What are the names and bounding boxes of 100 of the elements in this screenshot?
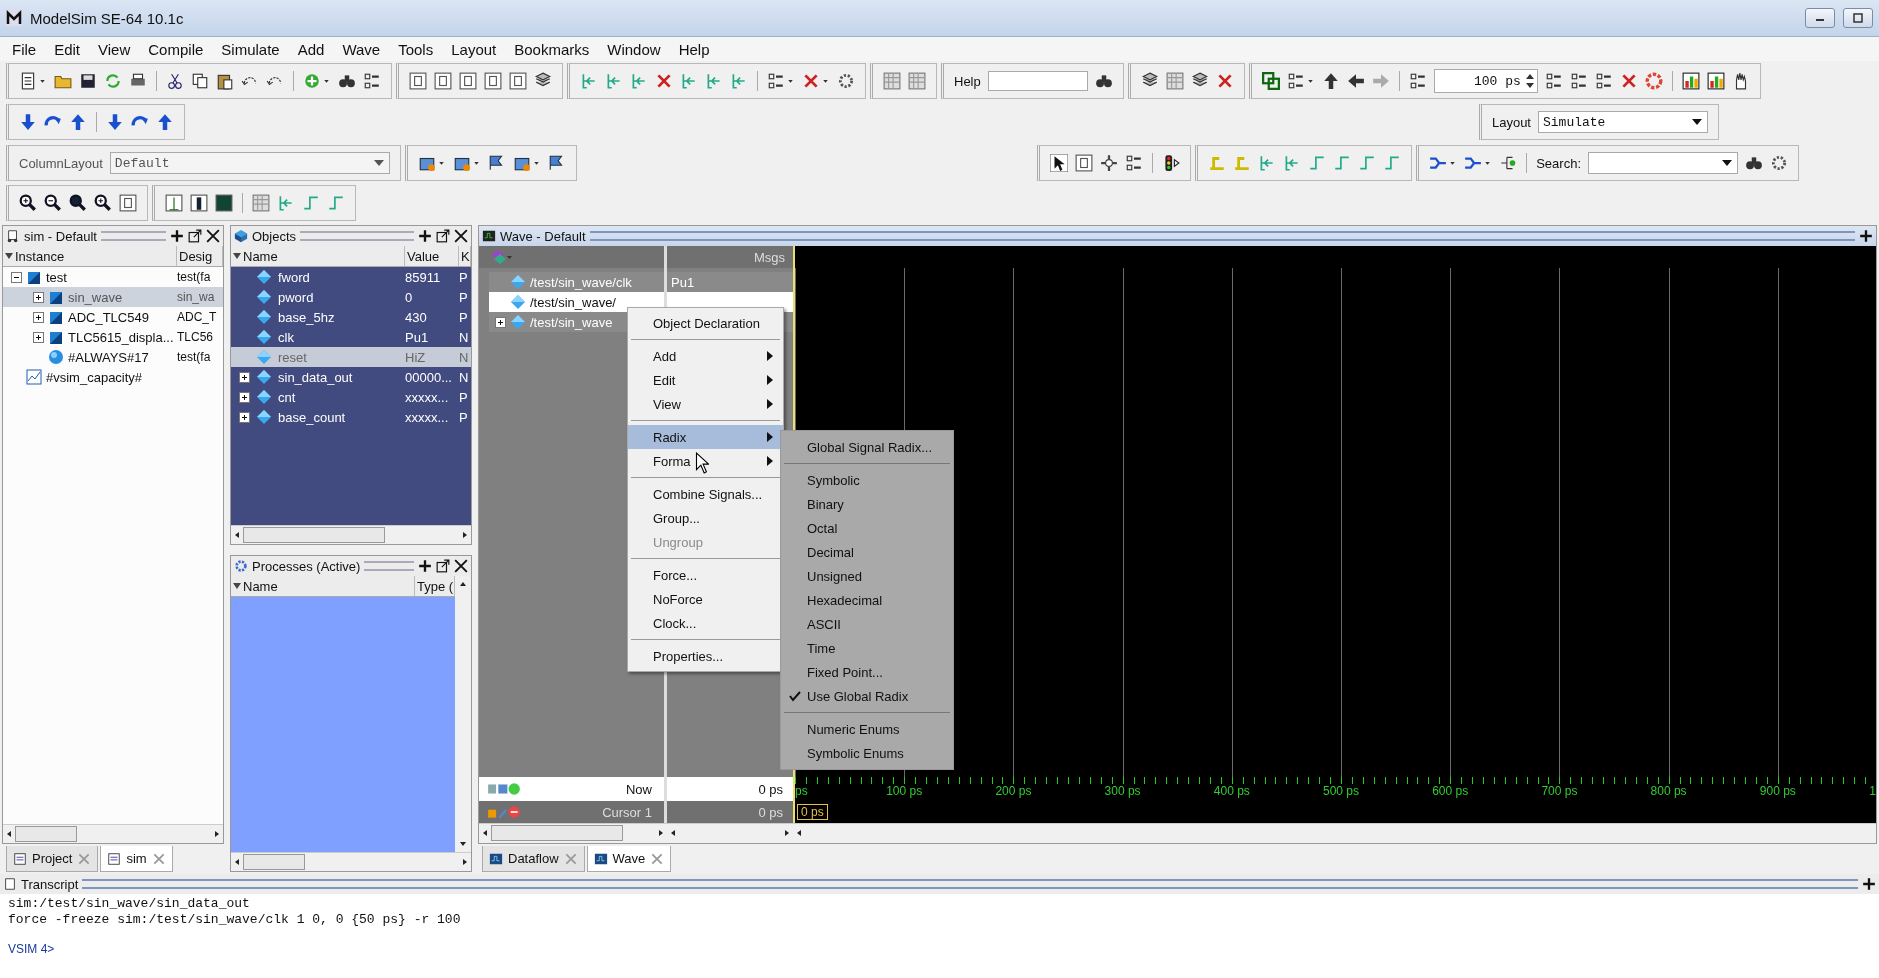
cursor-tools-drawing[interactable]	[487, 804, 521, 820]
zoom-box-icon[interactable]	[1075, 154, 1094, 172]
layout-dropdown[interactable]: Simulate	[1538, 111, 1708, 133]
menu-item[interactable]: NoForce	[628, 587, 783, 611]
cursor-bracket-icon[interactable]	[630, 72, 648, 90]
undock-icon[interactable]	[436, 229, 450, 243]
grid-icon[interactable]	[1165, 72, 1184, 90]
plus-icon[interactable]	[418, 559, 432, 573]
menu-item[interactable]: Unsigned	[781, 564, 953, 588]
menu-item[interactable]: View	[628, 392, 783, 416]
link-icon[interactable]	[1261, 72, 1280, 90]
add-icon[interactable]	[303, 72, 321, 90]
run-length-field[interactable]: 100 ps	[1433, 69, 1538, 93]
close-icon[interactable]	[454, 229, 468, 243]
scroll-left-icon[interactable]	[669, 829, 677, 837]
cursor-bracket-icon[interactable]	[680, 72, 698, 90]
menu-item[interactable]: Forma	[628, 449, 783, 473]
menu-item[interactable]: ASCII	[781, 612, 953, 636]
scroll-left-icon[interactable]	[233, 858, 241, 866]
horizontal-scrollbar[interactable]	[231, 525, 471, 544]
object-row[interactable]: clk Pu1 N	[231, 327, 471, 347]
menu-item[interactable]: Combine Signals...	[628, 482, 783, 506]
menu-item[interactable]: File	[4, 38, 45, 60]
drag-grip[interactable]	[300, 231, 414, 241]
menu-item[interactable]: Binary	[781, 492, 953, 516]
menu-item[interactable]: Add	[289, 38, 333, 60]
undock-icon[interactable]	[188, 229, 202, 243]
cut-icon[interactable]	[166, 72, 184, 90]
column-header[interactable]: Value	[405, 246, 459, 266]
menu-item[interactable]: Force...	[628, 563, 783, 587]
horizontal-scrollbar[interactable]	[231, 852, 471, 871]
combine-icon[interactable]	[1464, 154, 1483, 172]
menu-item[interactable]: Edit	[628, 368, 783, 392]
menu-item[interactable]: View	[90, 38, 139, 60]
frame-icon[interactable]	[409, 72, 427, 90]
bar-chart-icon[interactable]	[1706, 72, 1725, 90]
plus-icon[interactable]	[418, 229, 432, 243]
column-header[interactable]: K	[459, 246, 471, 266]
wave-fill-icon[interactable]	[215, 194, 233, 212]
delete-icon[interactable]	[802, 72, 820, 90]
tree-row[interactable]: test test(fa	[3, 267, 223, 287]
menu-item[interactable]: Layout	[443, 38, 505, 60]
step-up-icon[interactable]	[69, 113, 87, 131]
object-row[interactable]: sin_data_out 00000... N	[231, 367, 471, 387]
spinner-icon[interactable]	[1524, 72, 1535, 90]
zoom-in-icon[interactable]	[94, 194, 112, 212]
list-icon[interactable]	[1125, 154, 1144, 172]
binoculars-icon[interactable]	[338, 72, 356, 90]
menu-item[interactable]: Simulate	[213, 38, 288, 60]
edge-icon[interactable]	[1383, 154, 1402, 172]
column-layout-dropdown[interactable]: Default	[109, 152, 390, 174]
expand-icon[interactable]	[33, 311, 44, 323]
panel-tab[interactable]: Dataflow	[482, 846, 585, 872]
edge-icon[interactable]	[277, 194, 295, 212]
search-field[interactable]	[1588, 152, 1738, 174]
undock-icon[interactable]	[436, 559, 450, 573]
menu-item[interactable]: Symbolic	[781, 468, 953, 492]
scroll-right-icon[interactable]	[783, 829, 791, 837]
zoom-box-icon[interactable]	[119, 194, 137, 212]
expand-icon[interactable]	[239, 411, 250, 423]
object-row[interactable]: cnt xxxxx... P	[231, 387, 471, 407]
toolbar-icons-drawing[interactable]	[487, 781, 521, 797]
traffic-light-icon[interactable]	[1162, 154, 1181, 172]
paste-icon[interactable]	[216, 72, 234, 90]
object-row[interactable]: base_5hz 430 P	[231, 307, 471, 327]
tree-row[interactable]: sin_wave sin_wa	[3, 287, 223, 307]
menu-item[interactable]: Edit	[46, 38, 89, 60]
menu-item[interactable]: Radix	[628, 425, 783, 449]
frame-icon[interactable]	[484, 72, 502, 90]
cursor-bracket-icon[interactable]	[705, 72, 723, 90]
tree-row[interactable]: #vsim_capacity#	[3, 367, 223, 387]
list-icon[interactable]	[1594, 72, 1613, 90]
list-icon[interactable]	[767, 72, 785, 90]
scroll-up-icon[interactable]	[459, 580, 467, 588]
expand-icon[interactable]	[495, 316, 506, 328]
document-icon[interactable]	[19, 72, 37, 90]
edge-icon[interactable]	[327, 194, 345, 212]
edge-icon[interactable]	[1308, 154, 1327, 172]
panel-tab[interactable]: sim	[100, 846, 173, 872]
menu-item[interactable]: Bookmarks	[506, 38, 598, 60]
binoculars-icon[interactable]	[1094, 72, 1113, 90]
menu-item[interactable]: Decimal	[781, 540, 953, 564]
expand-icon[interactable]	[33, 291, 44, 303]
minimize-button[interactable]	[1805, 8, 1835, 28]
object-row[interactable]: base_count xxxxx... P	[231, 407, 471, 427]
maximize-button[interactable]	[1843, 8, 1873, 28]
scroll-right-icon[interactable]	[657, 829, 665, 837]
refresh-icon[interactable]	[104, 72, 122, 90]
menu-item[interactable]: Wave	[334, 38, 389, 60]
close-icon[interactable]	[206, 229, 220, 243]
expand-icon[interactable]	[33, 331, 44, 343]
bar-chart-icon[interactable]	[1681, 72, 1700, 90]
tree-row[interactable]: TLC5615_displa... TLC56	[3, 327, 223, 347]
column-header[interactable]: Desig	[177, 246, 223, 266]
save-icon[interactable]	[79, 72, 97, 90]
horizontal-scrollbar[interactable]	[3, 824, 223, 843]
signal-row[interactable]: /test/sin_wave/	[489, 292, 664, 312]
column-header[interactable]: Name	[231, 576, 415, 596]
close-icon[interactable]	[454, 559, 468, 573]
drag-grip[interactable]	[100, 231, 166, 241]
